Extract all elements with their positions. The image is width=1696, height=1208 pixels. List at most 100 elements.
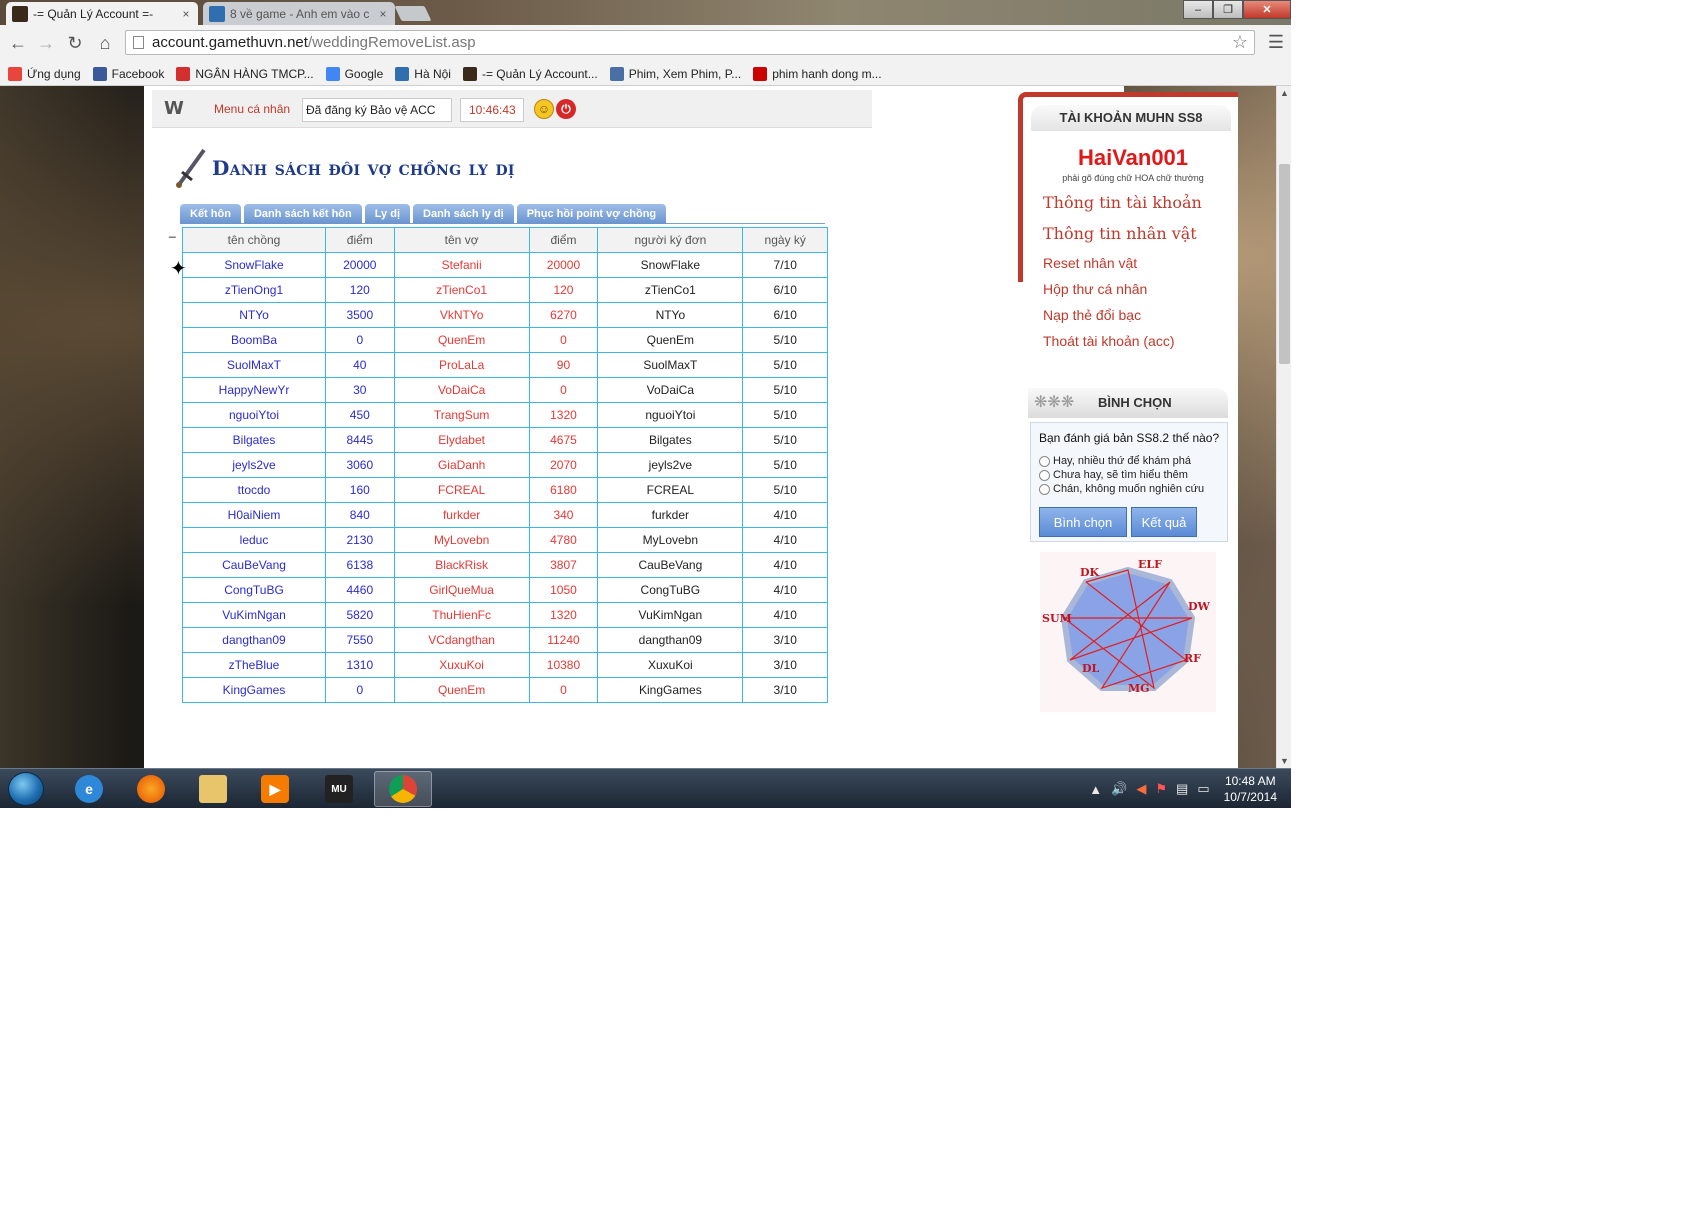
site-logo[interactable]: W (164, 98, 184, 119)
mute-icon[interactable]: ◀ (1136, 781, 1146, 797)
action-center-icon[interactable]: ⚑ (1155, 781, 1167, 797)
radio-button[interactable] (1039, 483, 1050, 495)
bookmark-star-icon[interactable]: ☆ (1232, 32, 1248, 53)
account-link[interactable]: Nạp thẻ đổi bạc (1043, 307, 1202, 323)
husband-name-cell[interactable]: KingGames (181, 677, 327, 703)
bookmark-item[interactable]: Hà Nội (395, 66, 451, 81)
wife-name-cell[interactable]: Stefanii (393, 252, 530, 278)
account-link[interactable]: Hộp thư cá nhân (1043, 281, 1202, 297)
taskbar-chrome[interactable] (374, 771, 432, 807)
poll-option[interactable]: Chưa hay, sẽ tìm hiểu thêm (1039, 469, 1188, 481)
scroll-up-icon[interactable]: ▲ (1280, 88, 1289, 98)
bookmark-item[interactable]: -= Quản Lý Account... (462, 66, 598, 81)
taskbar-firefox[interactable] (124, 771, 178, 807)
husband-name-cell[interactable]: ttocdo (181, 477, 327, 503)
scrollbar-thumb[interactable] (1279, 164, 1290, 364)
start-button[interactable] (8, 772, 44, 806)
tab-close-icon[interactable]: × (178, 7, 194, 21)
subnav-tab[interactable]: Phục hồi point vợ chồng (516, 204, 667, 224)
wife-name-cell[interactable]: QuenEm (393, 327, 530, 353)
power-icon[interactable]: ⏻ (556, 99, 576, 119)
tab-forum[interactable]: 8 về game - Anh em vào c × (203, 2, 395, 25)
husband-name-cell[interactable]: SnowFlake (181, 252, 327, 278)
account-link[interactable]: Reset nhân vật (1043, 255, 1202, 271)
vote-button[interactable]: Bình chọn (1039, 507, 1127, 537)
close-window-button[interactable]: ✕ (1243, 0, 1291, 19)
husband-name-cell[interactable]: leduc (181, 527, 327, 553)
bookmark-item[interactable]: Phim, Xem Phim, P... (609, 66, 741, 81)
wife-name-cell[interactable]: VkNTYo (393, 302, 530, 328)
wife-name-cell[interactable]: TrangSum (393, 402, 530, 428)
bookmark-item[interactable]: Ứng dụng (8, 66, 81, 81)
taskbar-ie[interactable]: e (62, 771, 116, 807)
wife-name-cell[interactable]: XuxuKoi (393, 652, 530, 678)
tray-expand-icon[interactable]: ▲ (1089, 782, 1102, 797)
husband-name-cell[interactable]: dangthan09 (181, 627, 327, 653)
wife-name-cell[interactable]: QuenEm (393, 677, 530, 703)
back-arrow-icon[interactable]: ← (6, 31, 30, 55)
husband-name-cell[interactable]: jeyls2ve (181, 452, 327, 478)
vertical-scrollbar[interactable]: ▲ ▼ (1276, 86, 1291, 768)
husband-name-cell[interactable]: Bilgates (181, 427, 327, 453)
bookmark-item[interactable]: phim hanh dong m... (753, 66, 882, 81)
wife-name-cell[interactable]: GirlQueMua (393, 577, 530, 603)
taskbar-explorer[interactable] (186, 771, 240, 807)
wife-name-cell[interactable]: ThuHienFc (393, 602, 530, 628)
taskbar-mu[interactable]: MU (312, 771, 366, 807)
account-link[interactable]: Thoát tài khoản (acc) (1043, 333, 1202, 349)
radio-button[interactable] (1039, 455, 1050, 467)
subnav-tab[interactable]: Danh sách kết hôn (243, 204, 362, 224)
account-link[interactable]: Thông tin tài khoản (1043, 193, 1202, 212)
wife-name-cell[interactable]: VCdangthan (393, 627, 530, 653)
new-tab-button[interactable] (394, 6, 432, 21)
wife-name-cell[interactable]: VoDaiCa (393, 377, 530, 403)
chrome-menu-icon[interactable]: ☰ (1265, 32, 1287, 54)
poll-option[interactable]: Chán, không muốn nghiên cứu (1039, 483, 1204, 495)
home-icon[interactable]: ⌂ (93, 31, 117, 55)
wife-name-cell[interactable]: Elydabet (393, 427, 530, 453)
results-button[interactable]: Kết quả (1131, 507, 1197, 537)
wife-name-cell[interactable]: furkder (393, 502, 530, 528)
bookmark-item[interactable]: Google (325, 66, 383, 81)
husband-name-cell[interactable]: NTYo (181, 302, 327, 328)
husband-name-cell[interactable]: zTheBlue (181, 652, 327, 678)
reload-icon[interactable]: ↻ (63, 31, 87, 55)
wife-name-cell[interactable]: BlackRisk (393, 552, 530, 578)
subnav-tab[interactable]: Ly dị (364, 204, 411, 224)
address-bar[interactable]: account.gamethuvn.net/weddingRemoveList.… (125, 30, 1255, 55)
taskbar-clock[interactable]: 10:48 AM 10/7/2014 (1224, 773, 1277, 805)
wife-name-cell[interactable]: zTienCo1 (393, 277, 530, 303)
husband-name-cell[interactable]: VuKimNgan (181, 602, 327, 628)
display-icon[interactable]: ▭ (1197, 781, 1209, 797)
wife-name-cell[interactable]: GiaDanh (393, 452, 530, 478)
network-icon[interactable]: ▤ (1176, 781, 1188, 797)
husband-name-cell[interactable]: nguoiYtoi (181, 402, 327, 428)
husband-name-cell[interactable]: CongTuBG (181, 577, 327, 603)
husband-name-cell[interactable]: CauBeVang (181, 552, 327, 578)
husband-name-cell[interactable]: BoomBa (181, 327, 327, 353)
tab-account[interactable]: -= Quản Lý Account =- × (6, 2, 198, 25)
tab-close-icon[interactable]: × (375, 7, 391, 21)
husband-name-cell[interactable]: zTienOng1 (181, 277, 327, 303)
account-link[interactable]: Thông tin nhân vật (1043, 224, 1202, 243)
subnav-tab[interactable]: Danh sách ly dị (413, 204, 514, 224)
taskbar-media[interactable]: ▶ (248, 771, 302, 807)
wife-name-cell[interactable]: ProLaLa (393, 352, 530, 378)
wife-name-cell[interactable]: MyLovebn (393, 527, 530, 553)
husband-name-cell[interactable]: HappyNewYr (181, 377, 327, 403)
husband-name-cell[interactable]: SuolMaxT (181, 352, 327, 378)
smiley-icon[interactable]: ☺ (534, 99, 554, 119)
personal-menu-link[interactable]: Menu cá nhân (214, 102, 290, 116)
radio-button[interactable] (1039, 469, 1050, 481)
forward-arrow-icon[interactable]: → (34, 31, 58, 55)
minimize-button[interactable]: – (1183, 0, 1213, 19)
husband-name-cell[interactable]: H0aiNiem (181, 502, 327, 528)
bookmark-item[interactable]: Facebook (92, 66, 164, 81)
volume-icon[interactable]: 🔊 (1111, 781, 1127, 797)
poll-option[interactable]: Hay, nhiều thứ để khám phá (1039, 455, 1191, 467)
maximize-button[interactable]: ❐ (1213, 0, 1243, 19)
bookmark-item[interactable]: NGÂN HÀNG TMCP... (176, 66, 314, 81)
subnav-tab[interactable]: Kết hôn (180, 204, 241, 224)
wife-name-cell[interactable]: FCREAL (393, 477, 530, 503)
scroll-down-icon[interactable]: ▼ (1280, 756, 1289, 766)
